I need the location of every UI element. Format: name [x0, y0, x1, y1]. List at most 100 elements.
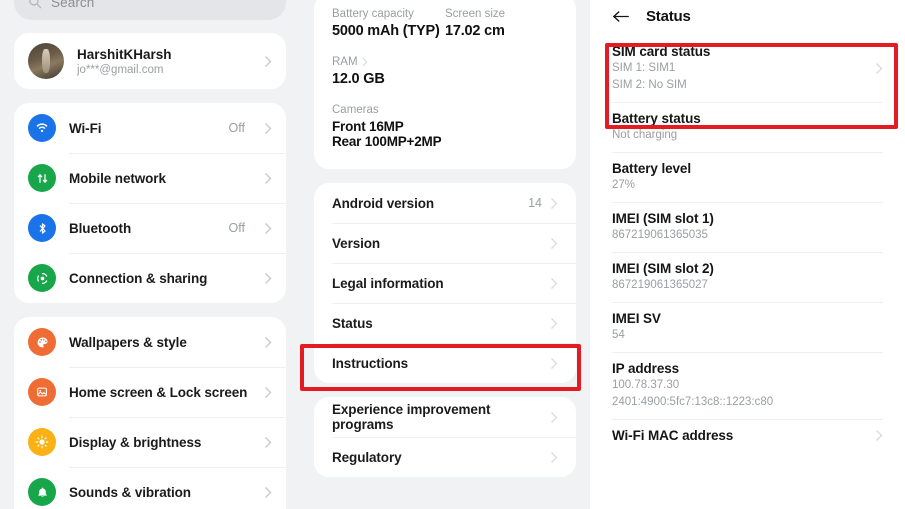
chevron-right-icon: [264, 222, 272, 235]
row-legal-information[interactable]: Legal information: [314, 263, 576, 303]
row-instructions[interactable]: Instructions: [314, 343, 576, 383]
sidebar-item-label: Mobile network: [69, 171, 232, 186]
status-item-imei-sim-slot-1: IMEI (SIM slot 1) 867219061365035: [590, 202, 905, 252]
chevron-right-icon: [264, 386, 272, 399]
row-regulatory[interactable]: Regulatory: [314, 437, 576, 477]
sidebar-item-bluetooth[interactable]: Bluetooth Off: [14, 203, 286, 253]
sidebar-item-label: Wi-Fi: [69, 121, 216, 136]
status-item-title: IMEI (SIM slot 1): [612, 211, 883, 226]
screen-size-value: 17.02 cm: [445, 23, 558, 39]
chevron-right-icon: [264, 122, 272, 135]
status-item-title: SIM card status: [612, 44, 875, 59]
device-specs-card: Battery capacity 5000 mAh (TYP) Screen s…: [314, 0, 576, 169]
row-label: Regulatory: [332, 450, 550, 465]
sidebar-item-label: Wallpapers & style: [69, 335, 251, 350]
profile-row[interactable]: HarshitKHarsh jo***@gmail.com: [14, 33, 286, 89]
home-lock-screen-icon: [28, 378, 56, 406]
status-item-text: IMEI (SIM slot 1) 867219061365035: [612, 211, 883, 243]
chevron-right-icon: [264, 272, 272, 285]
extra-rows-card: Experience improvement programs Regulato…: [314, 397, 576, 477]
back-arrow-icon[interactable]: [612, 9, 630, 24]
status-item-line: 867219061365035: [612, 228, 883, 243]
battery-capacity-value: 5000 mAh (TYP): [332, 23, 445, 39]
status-item-line: Not charging: [612, 128, 883, 143]
screen-size-label: Screen size: [445, 8, 558, 20]
sidebar-item-value: Off: [229, 121, 245, 135]
status-item-text: Wi-Fi MAC address: [612, 428, 875, 443]
status-item-imei-sv: IMEI SV 54: [590, 302, 905, 352]
status-item-title: IMEI SV: [612, 311, 883, 326]
row-status[interactable]: Status: [314, 303, 576, 343]
row-experience-improvement-programs[interactable]: Experience improvement programs: [314, 397, 576, 437]
display-brightness-icon: [28, 428, 56, 456]
battery-capacity-spec: Battery capacity 5000 mAh (TYP): [332, 8, 445, 39]
sidebar-item-wallpapers-style[interactable]: Wallpapers & style: [14, 317, 286, 367]
sounds-vibration-icon: [28, 478, 56, 506]
status-item-title: Battery level: [612, 161, 883, 176]
sidebar-item-display-brightness[interactable]: Display & brightness: [14, 417, 286, 467]
profile-email: jo***@gmail.com: [77, 64, 251, 76]
mobile-network-icon: [28, 164, 56, 192]
personalization-card: Wallpapers & style Home screen & Lock sc…: [14, 317, 286, 509]
status-header: Status: [590, 0, 905, 35]
account-card: HarshitKHarsh jo***@gmail.com: [14, 33, 286, 89]
status-item-wifi-mac-address[interactable]: Wi-Fi MAC address: [590, 419, 905, 452]
search-input[interactable]: Search: [14, 0, 286, 20]
status-detail-panel: Status SIM card status SIM 1: SIM1 SIM 2…: [590, 0, 905, 509]
page-title: Status: [646, 8, 691, 25]
status-item-title: Battery status: [612, 111, 883, 126]
about-rows-card: Android version 14 Version Legal informa…: [314, 183, 576, 383]
status-item-line: 27%: [612, 178, 883, 193]
search-icon: [28, 0, 42, 9]
chevron-right-icon: [550, 451, 558, 464]
ram-spec[interactable]: RAM 12.0 GB: [332, 56, 558, 87]
chevron-right-icon: [264, 436, 272, 449]
cameras-spec: Cameras Front 16MP Rear 100MP+2MP: [332, 104, 558, 149]
chevron-right-icon: [550, 411, 558, 424]
status-item-title: Wi-Fi MAC address: [612, 428, 875, 443]
chevron-right-icon: [362, 57, 368, 67]
status-list: SIM card status SIM 1: SIM1 SIM 2: No SI…: [590, 35, 905, 452]
status-item-line: SIM 1: SIM1: [612, 61, 875, 76]
camera-front-value: Front 16MP: [332, 119, 558, 134]
search-placeholder: Search: [51, 0, 94, 10]
connection-sharing-icon: [28, 264, 56, 292]
sidebar-item-connection-sharing[interactable]: Connection & sharing: [14, 253, 286, 303]
ram-value: 12.0 GB: [332, 71, 558, 87]
chevron-right-icon: [264, 55, 272, 68]
status-item-text: Battery level 27%: [612, 161, 883, 193]
sidebar-item-home-lock-screen[interactable]: Home screen & Lock screen: [14, 367, 286, 417]
chevron-right-icon: [550, 357, 558, 370]
sidebar-item-label: Home screen & Lock screen: [69, 385, 251, 400]
row-label: Status: [332, 316, 542, 331]
sidebar-item-label: Display & brightness: [69, 435, 251, 450]
row-label: Instructions: [332, 356, 542, 371]
status-item-line: 54: [612, 328, 883, 343]
status-item-title: IP address: [612, 361, 883, 376]
profile-text: HarshitKHarsh jo***@gmail.com: [77, 47, 251, 76]
ram-label-wrap: RAM: [332, 56, 558, 68]
ram-label: RAM: [332, 56, 358, 68]
status-item-line: SIM 2: No SIM: [612, 78, 875, 93]
status-item-sim-card-status[interactable]: SIM card status SIM 1: SIM1 SIM 2: No SI…: [590, 35, 905, 102]
chevron-right-icon: [264, 172, 272, 185]
status-item-battery-status: Battery status Not charging: [590, 102, 905, 152]
settings-screen: Search HarshitKHarsh jo***@gmail.com: [0, 0, 905, 509]
chevron-right-icon: [875, 429, 883, 442]
sidebar-item-wifi[interactable]: Wi-Fi Off: [14, 103, 286, 153]
status-item-imei-sim-slot-2: IMEI (SIM slot 2) 867219061365027: [590, 252, 905, 302]
chevron-right-icon: [550, 317, 558, 330]
row-label: Version: [332, 236, 542, 251]
status-item-text: Battery status Not charging: [612, 111, 883, 143]
wifi-icon: [28, 114, 56, 142]
status-item-battery-level: Battery level 27%: [590, 152, 905, 202]
sidebar-item-mobile-network[interactable]: Mobile network: [14, 153, 286, 203]
sidebar-item-label: Connection & sharing: [69, 271, 232, 286]
connectivity-card: Wi-Fi Off Mobile network: [14, 103, 286, 303]
row-android-version[interactable]: Android version 14: [314, 183, 576, 223]
sidebar-item-value: Off: [229, 221, 245, 235]
row-version[interactable]: Version: [314, 223, 576, 263]
chevron-right-icon: [550, 197, 558, 210]
sidebar-item-sounds-vibration[interactable]: Sounds & vibration: [14, 467, 286, 509]
chevron-right-icon: [264, 486, 272, 499]
